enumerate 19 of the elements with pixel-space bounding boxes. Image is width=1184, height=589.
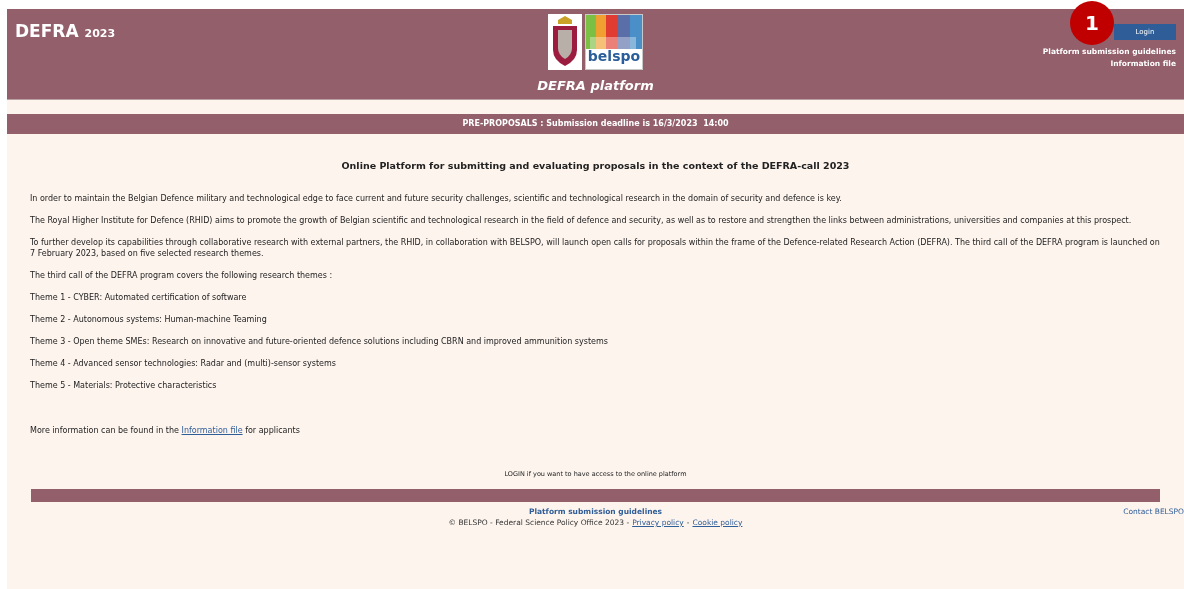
paragraph: The Royal Higher Institute for Defence (RHID) aims to promote the growth of Belgian scientific and technological research in the field of defence and security, as well as to restore and strengthen the links between administrations, universities and companies at this prospect. <box>30 215 1133 227</box>
theme-item: Theme 5 - Materials: Protective characteristics <box>30 380 218 392</box>
paragraph: The third call of the DEFRA program covers the following research themes : <box>30 270 334 282</box>
callout-badge: 1 <box>1070 1 1114 45</box>
brand-title: DEFRA 2023 <box>15 21 116 41</box>
theme-item: Theme 3 - Open theme SMEs: Research on innovative and future-oriented defence solutions including CBRN and improved ammunition systems <box>30 336 609 348</box>
belspo-logo: belspo <box>585 14 643 70</box>
info-sentence: More information can be found in the Information file for applicants <box>30 425 301 437</box>
paragraph: In order to maintain the Belgian Defence military and technological edge to face current and future security challenges, scientific and technological research in the domain of security and defence is key. <box>30 193 843 205</box>
information-file-link[interactable]: Information file <box>181 426 243 436</box>
platform-title: DEFRA platform <box>537 77 654 95</box>
color-bars-drawing <box>586 15 642 49</box>
theme-item: Theme 4 - Advanced sensor technologies: Radar and (multi)-sensor systems <box>30 358 337 370</box>
deadline-text: PRE-PROPOSALS : Submission deadline is 16/3/2023 14:00 <box>462 118 729 130</box>
theme-item: Theme 2 - Autonomous systems: Human-machine Teaming <box>30 314 268 326</box>
crest-icon <box>548 14 582 70</box>
theme-item: Theme 1 - CYBER: Automated certification of software <box>30 292 248 304</box>
paragraph: To further develop its capabilities through collaborative research with external partners, the RHID, in collaboration with BELSPO, will launch open calls for proposals within the frame of the Defence-related Research Action (DEFRA). The third call of the DEFRA program is launched on 7 February 2023, based on five selected research themes. <box>30 237 1161 260</box>
page-heading: Online Platform for submitting and evaluating proposals in the context of the DEFRA-call 2023 <box>340 159 851 173</box>
